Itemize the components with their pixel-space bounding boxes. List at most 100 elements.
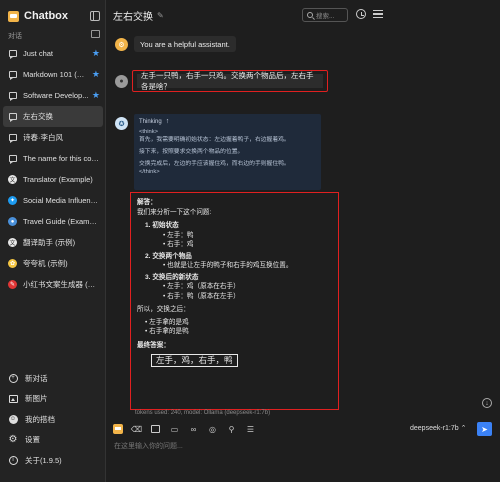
about-button[interactable]: i 关于(1.9.5) <box>0 450 106 471</box>
input-toolbar: ⌫ ▭ ∞ ◎ ⚲ ☰ <box>112 422 264 436</box>
search-icon <box>307 12 313 18</box>
partner-icon: ☺ <box>8 414 18 424</box>
new-chat-label: 新对话 <box>25 373 48 383</box>
star-icon[interactable]: ★ <box>92 48 100 59</box>
conclusion-item: • 左手拿的是鸡 <box>145 318 189 326</box>
session-item-active[interactable]: 左右交换 <box>3 106 103 127</box>
my-partners-button[interactable]: ☺ 我的搭档 <box>0 409 106 430</box>
chatbox-logo-icon <box>112 424 123 434</box>
user-message-highlight: 左手一只鸭，右手一只鸡。交换两个物品后，左右手各是啥？ <box>132 70 328 92</box>
my-partners-label: 我的搭档 <box>25 414 55 424</box>
tools-icon[interactable]: ⚲ <box>226 424 237 435</box>
step-title: 2. 交换两个物品 <box>145 252 192 260</box>
session-item[interactable]: ✿ 夸夸机 (示例) <box>0 253 106 274</box>
token-meta: tokens used: 240, model: Ollama (deepsee… <box>135 410 271 416</box>
session-label: 翻译助手 (示例) <box>23 238 76 247</box>
session-item[interactable]: Software Develop... ★ <box>0 85 106 106</box>
section-label: 对话 <box>8 33 22 40</box>
collapse-arrow-icon[interactable]: ↑ <box>166 118 170 125</box>
eraser-icon[interactable]: ⌫ <box>131 424 142 435</box>
session-item[interactable]: ● Travel Guide (Example) <box>0 211 106 232</box>
new-image-label: 新图片 <box>25 394 48 404</box>
session-item[interactable]: The name for this conve... <box>0 148 106 169</box>
praise-avatar-icon: ✿ <box>8 259 17 268</box>
thinking-header[interactable]: Thinking ↑ <box>139 118 316 126</box>
session-label: The name for this conve... <box>23 154 100 163</box>
collapse-sidebar-icon[interactable] <box>90 11 100 21</box>
step-item: • 也就是让左手的鸭子和右手的鸡互换位置。 <box>163 262 293 269</box>
folder-icon[interactable]: ▭ <box>169 424 180 435</box>
chat-icon <box>8 113 17 122</box>
model-select[interactable]: deepseek-r1:7b ⌃ <box>410 424 466 432</box>
final-answer-box: 左手，鸡，右手，鸭 <box>151 354 238 367</box>
link-icon[interactable]: ∞ <box>188 424 199 435</box>
menu-icon[interactable] <box>373 9 383 19</box>
about-label: 关于(1.9.5) <box>25 455 62 465</box>
step-item: • 右手：鸭（原本在左手） <box>163 292 240 300</box>
step-title: 1. 初始状态 <box>145 222 179 229</box>
system-avatar-icon: ⚙ <box>115 38 128 51</box>
gear-icon: ⚙ <box>8 434 18 446</box>
star-icon[interactable]: ★ <box>92 90 100 101</box>
message-input[interactable]: 在这里输入你的问题... <box>114 441 183 451</box>
session-item[interactable]: 诗春·李白风 <box>0 127 106 148</box>
send-button[interactable]: ➤ <box>477 422 492 436</box>
scroll-down-button[interactable]: ↓ <box>482 398 492 408</box>
user-avatar-icon: ● <box>115 75 128 88</box>
image-icon <box>8 394 18 403</box>
session-label: 小红书文案生成器 (示例) <box>23 280 100 289</box>
thinking-line: <think> <box>139 129 159 135</box>
session-label: Markdown 101 (Ex... <box>23 70 89 79</box>
globe-icon[interactable]: ◎ <box>207 424 218 435</box>
session-item[interactable]: ✦ Social Media Influencer ... <box>0 190 106 211</box>
session-item[interactable]: 文 翻译助手 (示例) <box>0 232 106 253</box>
settings-label: 设置 <box>25 435 40 445</box>
session-label: 左右交换 <box>23 112 53 121</box>
session-list: Just chat ★ Markdown 101 (Ex... ★ Softwa… <box>0 43 106 295</box>
session-label: Just chat <box>23 49 54 58</box>
step-title: 3. 交换后的新状态 <box>145 273 199 281</box>
thinking-line: </think> <box>139 169 160 175</box>
star-icon[interactable]: ★ <box>92 69 100 80</box>
conclusion-item: • 右手拿的是鸭 <box>145 328 189 335</box>
twitter-avatar-icon: ✦ <box>8 196 17 205</box>
assistant-avatar-icon: ✪ <box>115 117 128 130</box>
assistant-settings-button[interactable] <box>112 424 123 435</box>
session-item[interactable]: ✎ 小红书文案生成器 (示例) <box>0 274 106 295</box>
plus-circle-icon: + <box>8 373 18 383</box>
system-message: You are a helpful assistant. <box>134 36 236 52</box>
send-icon: ➤ <box>481 424 488 434</box>
chat-title: 左右交换 <box>113 11 153 23</box>
final-label: 最终答案： <box>137 341 170 349</box>
step-item: • 左手：鸭 <box>163 231 194 239</box>
image-upload-icon[interactable] <box>150 424 161 435</box>
chat-icon <box>8 92 17 101</box>
search-placeholder: 搜索... <box>316 13 335 20</box>
info-icon: i <box>8 455 18 465</box>
sliders-icon[interactable]: ☰ <box>245 424 256 435</box>
edit-title-icon[interactable]: ✎ <box>157 11 164 20</box>
answer-intro: 我们来分析一下这个问题: <box>137 208 212 216</box>
session-item[interactable]: 文 Translator (Example) <box>0 169 106 190</box>
translator-avatar-icon: 文 <box>8 175 17 184</box>
sidebar: Chatbox 对话 Just chat ★ Markdown 101 (Ex.… <box>0 0 106 482</box>
step-item: • 左手：鸡（原本在右手） <box>163 283 240 290</box>
new-chat-button[interactable]: + 新对话 <box>0 368 106 389</box>
archive-icon[interactable] <box>91 30 100 38</box>
search-input[interactable]: 搜索... <box>302 8 348 22</box>
session-item[interactable]: Just chat ★ <box>0 43 106 64</box>
session-item[interactable]: Markdown 101 (Ex... ★ <box>0 64 106 85</box>
chat-icon <box>8 71 17 80</box>
session-label: Software Develop... <box>23 91 89 100</box>
step-item: • 右手：鸡 <box>163 241 194 248</box>
new-image-button[interactable]: 新图片 <box>0 389 106 410</box>
thinking-block[interactable]: Thinking ↑ <think> 首先，我需要明确初始状态：左边握着鸭子，右边… <box>134 114 321 190</box>
settings-button[interactable]: ⚙ 设置 <box>0 430 106 451</box>
thinking-line: 首先，我需要明确初始状态：左边握着鸭子，右边握着鸡。 <box>139 137 290 143</box>
chat-icon <box>8 50 17 59</box>
assistant-answer: 解答： 我们来分析一下这个问题: 1. 初始状态 • 左手：鸭 • 右手：鸡 2… <box>130 192 339 410</box>
translate-avatar-icon: 文 <box>8 238 17 247</box>
history-icon[interactable] <box>356 9 366 19</box>
xiaohongshu-avatar-icon: ✎ <box>8 280 17 289</box>
chat-icon <box>8 155 17 164</box>
